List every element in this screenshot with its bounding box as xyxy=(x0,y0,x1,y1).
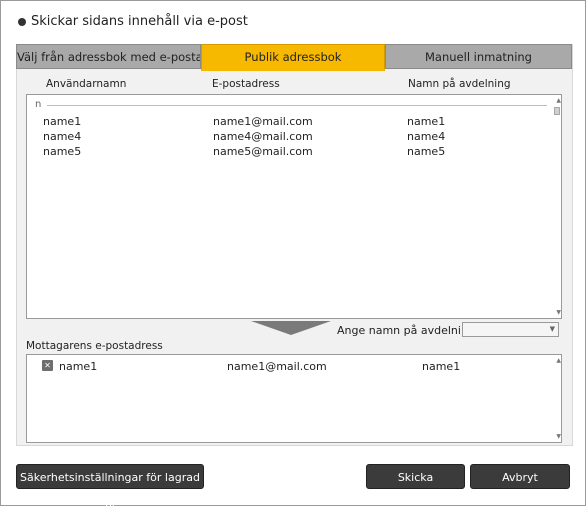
recipient-department: name1 xyxy=(422,360,461,373)
list-item-name: name4 xyxy=(43,130,82,143)
list-item-department: name1 xyxy=(407,115,446,128)
list-item[interactable]: name5 name5@mail.com name5 xyxy=(27,145,547,160)
address-list[interactable]: n name1 name1@mail.com name1 name4 name4… xyxy=(26,94,562,319)
recipient-email: name1@mail.com xyxy=(227,360,327,373)
scroll-down-icon[interactable]: ▼ xyxy=(556,433,561,440)
column-header-email[interactable]: E-postadress xyxy=(212,78,280,90)
tab-public-address-book[interactable]: Publik adressbok xyxy=(201,44,385,71)
tab-bar: Välj från adressbok med e-postadresser P… xyxy=(16,44,572,71)
list-item[interactable]: name1 name1@mail.com name1 xyxy=(27,115,547,130)
cancel-button[interactable]: Avbryt xyxy=(470,464,570,489)
bullet-icon xyxy=(18,17,26,26)
recipient-list[interactable]: ✕ name1 name1@mail.com name1 ▲ ▼ xyxy=(26,354,562,443)
column-header-username[interactable]: Användarnamn xyxy=(46,78,126,90)
list-item-email: name5@mail.com xyxy=(213,145,313,158)
scroll-up-icon[interactable]: ▲ xyxy=(556,97,561,104)
department-select[interactable]: ▼ xyxy=(462,322,559,337)
security-settings-button[interactable]: Säkerhetsinställningar för lagrad fil xyxy=(16,464,204,509)
tab-address-book[interactable]: Välj från adressbok med e-postadresser xyxy=(16,44,201,69)
scrollbar-thumb[interactable] xyxy=(554,107,560,115)
list-item-department: name4 xyxy=(407,130,446,143)
address-list-scrollbar[interactable] xyxy=(554,107,560,314)
list-item-email: name4@mail.com xyxy=(213,130,313,143)
list-item-department: name5 xyxy=(407,145,446,158)
column-header-department[interactable]: Namn på avdelning xyxy=(408,78,511,90)
send-button[interactable]: Skicka xyxy=(366,464,465,489)
scroll-down-icon[interactable]: ▼ xyxy=(556,309,561,316)
department-filter-label: Ange namn på avdelning: xyxy=(337,324,479,337)
list-item[interactable]: name4 name4@mail.com name4 xyxy=(27,130,547,145)
recipient-row[interactable]: ✕ name1 name1@mail.com name1 xyxy=(27,360,547,376)
scroll-up-icon[interactable]: ▲ xyxy=(556,357,561,364)
tab-manual-entry[interactable]: Manuell inmatning xyxy=(385,44,572,69)
remove-recipient-icon[interactable]: ✕ xyxy=(42,360,53,371)
chevron-down-icon: ▼ xyxy=(549,325,555,333)
list-item-email: name1@mail.com xyxy=(213,115,313,128)
dialog-title: Skickar sidans innehåll via e-post xyxy=(18,14,248,29)
list-item-name: name5 xyxy=(43,145,82,158)
recipient-label: Mottagarens e-postadress xyxy=(26,340,163,352)
dialog-title-text: Skickar sidans innehåll via e-post xyxy=(31,14,248,29)
recipient-name: name1 xyxy=(59,360,98,373)
add-recipient-arrow-icon[interactable] xyxy=(251,321,331,335)
list-item-name: name1 xyxy=(43,115,82,128)
group-divider xyxy=(47,105,547,106)
group-header: n xyxy=(35,99,42,110)
